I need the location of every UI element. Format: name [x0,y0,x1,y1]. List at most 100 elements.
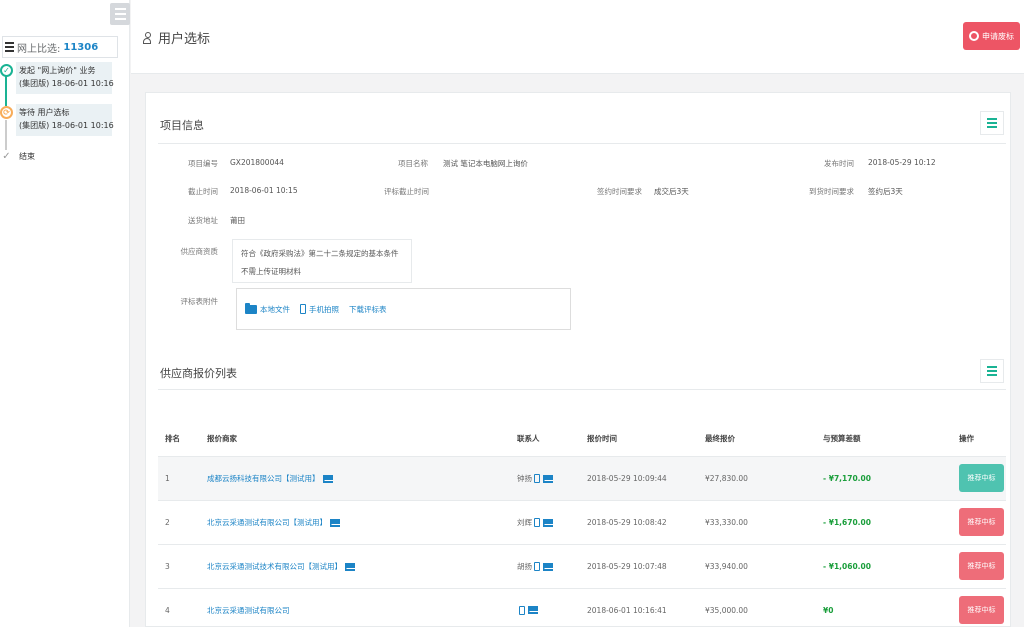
timeline-step-text: 结束 [19,152,35,161]
supplier-link[interactable]: 北京云采通测试有限公司 [207,606,290,615]
col-supplier: 报价商家 [200,421,510,457]
action-cell: 推荐中标 [952,588,1006,627]
process-sidebar: 网上比选: 11306 ✓ 发起 "网上询价" 业务 (集团版) 18-06-0… [0,0,130,627]
table-row: 4 北京云采通测试有限公司 2018-06-01 10:16:41 ¥35,00… [158,588,1006,627]
col-rank: 排名 [158,421,200,457]
budget-diff: ¥0 [816,588,952,627]
page-header: 用户选标 申请废标 [131,0,1024,74]
mail-icon[interactable] [330,518,340,527]
arrival-requirement-label: 到货时间要求 [809,187,854,196]
final-price: ¥27,830.00 [698,456,816,501]
mobile-icon[interactable] [534,474,540,483]
supplier-link[interactable]: 北京云采通测试技术有限公司【测试用】 [207,562,342,571]
project-number-label: 网上比选: [17,43,61,55]
apply-cancel-bid-button[interactable]: 申请废标 [963,22,1020,50]
evaluation-deadline-label: 评标截止时间 [384,187,429,196]
contact-cell: 钟扬 [510,456,580,501]
action-cell: 推荐中标 [952,544,1006,589]
mobile-icon[interactable] [534,518,540,527]
main-card: 项目信息 项目编号 GX201800044 项目名称 测试 笔记本电脑网上询价 … [145,92,1011,627]
mail-icon[interactable] [322,474,333,483]
mobile-upload-link[interactable]: 手机拍照 [300,304,339,315]
mobile-phone-icon [300,304,306,314]
recommend-winner-button[interactable]: 推荐中标 [959,596,1004,624]
divider [158,389,1006,390]
contact-cell [510,588,580,627]
final-price: ¥33,940.00 [698,544,816,589]
mail-icon[interactable] [543,474,553,483]
quote-time: 2018-05-29 10:09:44 [580,456,698,501]
recommend-winner-button[interactable]: 推荐中标 [959,508,1004,536]
supplier-link[interactable]: 北京云采通测试有限公司【测试用】 [207,518,327,527]
supplier-req-label: 供应商资质 [180,247,219,256]
publish-time-label: 发布时间 [824,159,854,168]
local-file-link[interactable]: 本地文件 [245,302,290,315]
quote-time: 2018-05-29 10:07:48 [580,544,698,589]
list-icon[interactable] [980,111,1004,135]
user-icon [143,32,151,44]
supplier-cell: 北京云采通测试技术有限公司【测试用】 [200,544,510,589]
quote-time: 2018-06-01 10:16:41 [580,588,698,627]
table-row: 3 北京云采通测试技术有限公司【测试用】 胡扬 2018-05-29 10:07… [158,544,1006,589]
mobile-icon[interactable] [534,562,540,571]
contact-cell: 胡扬 [510,544,580,589]
delivery-address-label: 送货地址 [188,216,218,225]
recommend-winner-button[interactable]: 推荐中标 [959,552,1004,580]
divider [158,143,1006,144]
budget-diff: - ¥7,170.00 [816,456,952,501]
contact-cell: 刘辉 [510,500,580,545]
project-name: 测试 笔记本电脑网上询价 [443,159,528,168]
rank: 3 [158,544,200,589]
mobile-icon[interactable] [519,605,525,615]
mail-icon[interactable] [543,562,553,571]
col-time: 报价时间 [580,421,698,457]
publish-time: 2018-05-29 10:12 [868,158,936,167]
supplier-requirement-box: 符合《政府采购法》第二十二条规定的基本条件 不需上传证明材料 [232,239,412,283]
table-row: 2 北京云采通测试有限公司【测试用】 刘辉 2018-05-29 10:08:4… [158,500,1006,545]
list-icon[interactable] [980,359,1004,383]
supplier-cell: 成都云扬科技有限公司【测试用】 [200,456,510,501]
rank: 1 [158,456,200,501]
mail-icon[interactable] [528,606,538,615]
budget-diff: - ¥1,670.00 [816,500,952,545]
recommend-winner-button[interactable]: 推荐中标 [959,464,1004,492]
final-price: ¥33,330.00 [698,500,816,545]
mail-icon[interactable] [345,562,355,571]
table-row: 1 成都云扬科技有限公司【测试用】 钟扬 2018-05-29 10:09:44… [158,456,1006,501]
pending-circle-icon: ⟳ [0,106,13,119]
deadline-label: 截止时间 [188,187,218,196]
project-code: GX201800044 [230,158,284,167]
mail-icon[interactable] [543,518,553,527]
signing-requirement: 成交后3天 [654,187,689,196]
timeline-connector [5,120,7,150]
timeline-step-text: 发起 "网上询价" 业务 (集团版) 18-06-01 10:16 [19,66,114,88]
circle-icon [969,31,979,41]
table-header-row: 排名 报价商家 联系人 报价时间 最终报价 与预算差额 操作 [158,421,1006,457]
signing-requirement-label: 签约时间要求 [597,187,642,196]
quote-list-title: 供应商报价列表 [160,367,237,380]
budget-diff: - ¥1,060.00 [816,544,952,589]
rank: 4 [158,588,200,627]
timeline-step-text: 等待 用户选标 (集团版) 18-06-01 10:16 [19,108,114,130]
supplier-link[interactable]: 成都云扬科技有限公司【测试用】 [207,474,320,483]
project-number-box: 网上比选: 11306 [2,36,118,58]
quote-table: 排名 报价商家 联系人 报价时间 最终报价 与预算差额 操作 1 成都云扬科技有… [158,421,1006,627]
rank: 2 [158,500,200,545]
action-cell: 推荐中标 [952,500,1006,545]
quote-time: 2018-05-29 10:08:42 [580,500,698,545]
check-circle-icon: ✓ [0,64,13,77]
project-code-label: 项目编号 [188,159,218,168]
download-form-link[interactable]: 下载评标表 [349,304,387,315]
project-name-label: 项目名称 [398,159,428,168]
action-cell: 推荐中标 [952,456,1006,501]
supplier-cell: 北京云采通测试有限公司 [200,588,510,627]
final-price: ¥35,000.00 [698,588,816,627]
project-info-title: 项目信息 [160,119,204,132]
col-price: 最终报价 [698,421,816,457]
sidebar-toggle-button[interactable] [110,3,130,25]
delivery-address: 莆田 [230,216,245,225]
col-contact: 联系人 [510,421,580,457]
deadline: 2018-06-01 10:15 [230,186,298,195]
folder-icon [245,302,257,314]
attachments-box: 本地文件 手机拍照 下载评标表 [236,288,571,330]
